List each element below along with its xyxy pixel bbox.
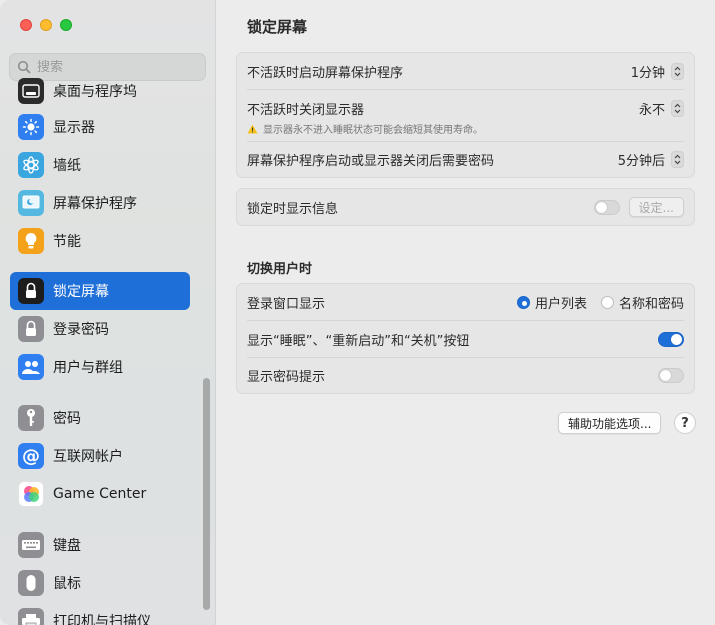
sidebar-item-label: 节能 bbox=[53, 234, 81, 250]
display-off-text: 不活跃时关闭显示器 显示器永不进入睡眠状态可能会缩短其使用寿命。 bbox=[247, 99, 639, 136]
display-off-popup[interactable]: 永不 bbox=[639, 99, 684, 118]
sidebar-item-game-center[interactable]: Game Center bbox=[10, 475, 190, 513]
mouse-icon bbox=[18, 570, 44, 596]
settings-window: 桌面与程序坞 显示器 墙纸 屏幕保护程序 bbox=[0, 0, 715, 625]
lock-message-row: 锁定时显示信息 设定... bbox=[237, 189, 694, 225]
page-title: 锁定屏幕 bbox=[247, 18, 308, 36]
sidebar-item-label: 登录密码 bbox=[53, 322, 109, 338]
radio-user-list-label: 用户列表 bbox=[534, 296, 587, 312]
help-button[interactable]: ? bbox=[674, 412, 696, 434]
password-hint-row: 显示密码提示 bbox=[247, 357, 684, 393]
screensaver-delay-label: 不活跃时启动屏幕保护程序 bbox=[247, 65, 404, 81]
sidebar-item-label: 桌面与程序坞 bbox=[53, 84, 137, 100]
sidebar-item-label: 键盘 bbox=[53, 538, 81, 554]
display-sleep-card: 不活跃时启动屏幕保护程序 1分钟 不活跃时关闭显示器 显示器永不进入睡眠状态可能… bbox=[236, 52, 695, 178]
lightbulb-icon bbox=[18, 228, 44, 254]
sidebar-item-energy[interactable]: 节能 bbox=[10, 222, 190, 260]
section-heading-switch-user: 切换用户时 bbox=[247, 262, 313, 277]
dock-icon bbox=[18, 78, 44, 104]
at-icon: @ bbox=[18, 443, 44, 469]
updown-chevron-icon bbox=[671, 151, 684, 168]
toggle-knob bbox=[660, 370, 671, 381]
lock-icon bbox=[18, 316, 44, 342]
screensaver-icon bbox=[18, 190, 44, 216]
radio-name-password[interactable]: 名称和密码 bbox=[600, 293, 684, 312]
radio-user-list[interactable]: 用户列表 bbox=[516, 293, 587, 312]
accessibility-options-button[interactable]: 辅助功能选项... bbox=[558, 412, 662, 434]
sidebar-scrollbar[interactable] bbox=[203, 378, 210, 610]
radio-unselected-icon bbox=[600, 295, 614, 309]
warning-text: 显示器永不进入睡眠状态可能会缩短其使用寿命。 bbox=[263, 125, 483, 136]
lock-message-label: 锁定时显示信息 bbox=[247, 201, 339, 217]
login-window-label: 登录窗口显示 bbox=[247, 296, 326, 312]
lock-screen-icon bbox=[18, 278, 44, 304]
display-off-value: 永不 bbox=[638, 103, 665, 118]
sidebar-item-lock-screen[interactable]: 锁定屏幕 bbox=[10, 272, 190, 310]
game-center-icon bbox=[18, 481, 44, 507]
lock-message-toggle[interactable] bbox=[593, 199, 620, 215]
require-password-label: 屏幕保护程序启动或显示器关闭后需要密码 bbox=[247, 154, 495, 169]
key-icon bbox=[18, 405, 44, 431]
sidebar: 桌面与程序坞 显示器 墙纸 屏幕保护程序 bbox=[0, 0, 216, 625]
display-off-warning: 显示器永不进入睡眠状态可能会缩短其使用寿命。 bbox=[247, 121, 639, 136]
display-off-row: 不活跃时关闭显示器 显示器永不进入睡眠状态可能会缩短其使用寿命。 永不 bbox=[247, 89, 684, 141]
flower-icon bbox=[18, 152, 44, 178]
sidebar-item-displays[interactable]: 显示器 bbox=[10, 108, 190, 146]
keyboard-icon bbox=[18, 532, 44, 558]
sun-icon bbox=[18, 114, 44, 140]
updown-chevron-icon bbox=[671, 62, 684, 80]
sidebar-item-passwords[interactable]: 密码 bbox=[10, 399, 190, 437]
display-off-label: 不活跃时关闭显示器 bbox=[247, 103, 365, 118]
screensaver-delay-value: 1分钟 bbox=[630, 65, 665, 81]
sidebar-item-mouse[interactable]: 鼠标 bbox=[10, 564, 190, 602]
toggle-knob bbox=[595, 201, 607, 213]
sidebar-item-desktop-dock[interactable]: 桌面与程序坞 bbox=[10, 72, 190, 110]
sidebar-item-login-password[interactable]: 登录密码 bbox=[10, 310, 190, 348]
lock-message-set-button[interactable]: 设定... bbox=[628, 197, 684, 217]
power-buttons-toggle[interactable] bbox=[658, 331, 684, 347]
sidebar-item-label: 显示器 bbox=[53, 120, 95, 136]
require-password-row: 屏幕保护程序启动或显示器关闭后需要密码 5分钟后 bbox=[247, 141, 684, 177]
sidebar-item-label: 屏幕保护程序 bbox=[53, 196, 137, 212]
sidebar-item-label: 互联网帐户 bbox=[53, 449, 123, 465]
sidebar-item-screensaver[interactable]: 屏幕保护程序 bbox=[10, 184, 190, 222]
power-buttons-label: 显示“睡眠”、“重新启动”和“关机”按钮 bbox=[247, 333, 470, 349]
main-pane: 锁定屏幕 不活跃时启动屏幕保护程序 1分钟 不活跃时关闭显示器 显示器永不进入睡… bbox=[217, 0, 715, 625]
sidebar-item-label: Game Center bbox=[53, 486, 147, 502]
sidebar-item-label: 打印机与扫描仪 bbox=[53, 614, 151, 625]
sidebar-item-label: 鼠标 bbox=[53, 576, 81, 592]
printer-icon bbox=[18, 608, 44, 625]
login-window-row: 登录窗口显示 用户列表 名称和密码 bbox=[237, 284, 694, 320]
lock-message-card: 锁定时显示信息 设定... bbox=[236, 188, 695, 226]
toggle-knob bbox=[671, 333, 682, 345]
sidebar-item-keyboard[interactable]: 键盘 bbox=[10, 526, 190, 564]
close-window-button[interactable] bbox=[20, 19, 32, 31]
sidebar-item-wallpaper[interactable]: 墙纸 bbox=[10, 146, 190, 184]
require-password-value: 5分钟后 bbox=[617, 154, 665, 169]
password-hint-label: 显示密码提示 bbox=[247, 370, 326, 385]
zoom-window-button[interactable] bbox=[60, 19, 72, 31]
updown-chevron-icon bbox=[671, 100, 684, 117]
users-icon bbox=[18, 354, 44, 380]
radio-name-password-label: 名称和密码 bbox=[618, 296, 684, 312]
screensaver-delay-row: 不活跃时启动屏幕保护程序 1分钟 bbox=[237, 53, 694, 89]
radio-selected-icon bbox=[516, 295, 530, 309]
sidebar-item-printers[interactable]: 打印机与扫描仪 bbox=[10, 602, 190, 625]
sidebar-item-label: 锁定屏幕 bbox=[53, 284, 109, 300]
warning-icon bbox=[247, 124, 258, 133]
sidebar-item-users-groups[interactable]: 用户与群组 bbox=[10, 348, 190, 386]
sidebar-item-label: 用户与群组 bbox=[53, 360, 123, 376]
sidebar-item-label: 墙纸 bbox=[53, 158, 81, 174]
window-controls bbox=[20, 19, 72, 31]
require-password-popup[interactable]: 5分钟后 bbox=[618, 150, 684, 169]
minimize-window-button[interactable] bbox=[40, 19, 52, 31]
sidebar-item-label: 密码 bbox=[53, 411, 81, 427]
password-hint-toggle[interactable] bbox=[658, 368, 684, 383]
power-buttons-row: 显示“睡眠”、“重新启动”和“关机”按钮 bbox=[247, 320, 684, 357]
switch-user-card: 登录窗口显示 用户列表 名称和密码 显示“睡眠”、“重新启动”和“关机”按钮 显… bbox=[236, 283, 695, 394]
screensaver-delay-popup[interactable]: 1分钟 bbox=[631, 62, 684, 81]
sidebar-item-internet-accounts[interactable]: @ 互联网帐户 bbox=[10, 437, 190, 475]
login-window-radio-group: 用户列表 名称和密码 bbox=[516, 293, 684, 312]
